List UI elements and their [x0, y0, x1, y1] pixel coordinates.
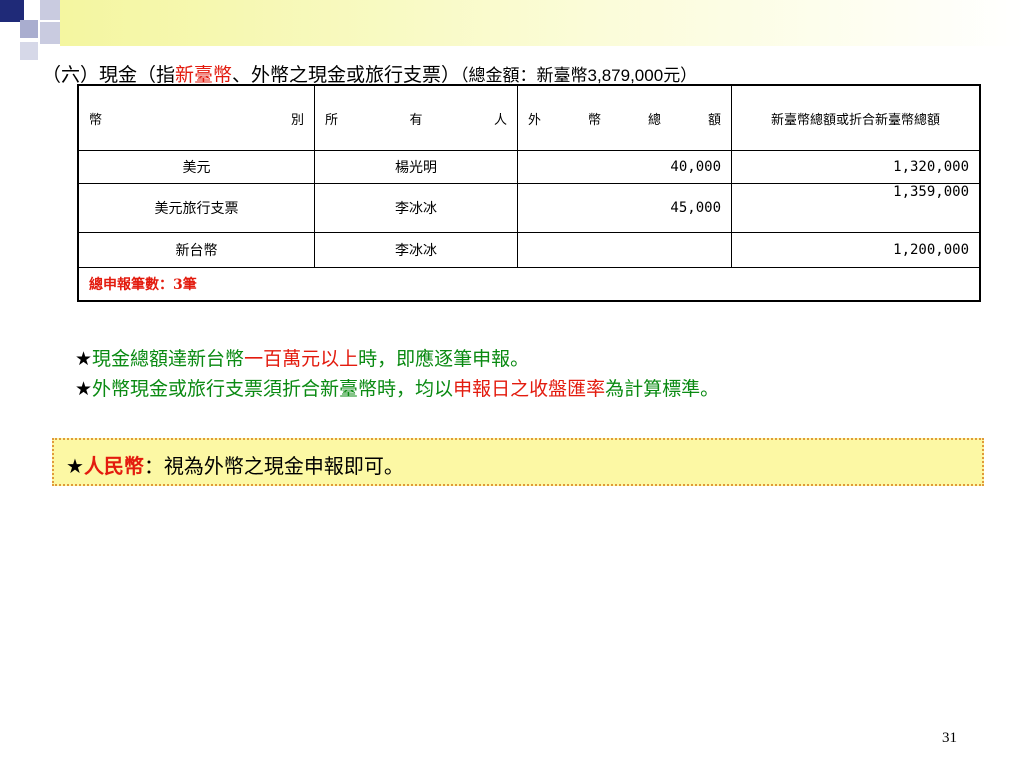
rmb-callout-box: ★人民幣：視為外幣之現金申報即可。	[52, 438, 984, 486]
table-header-row: 幣 別 所 有 人 外 幣 總 額 新臺幣總額或折合新臺幣總額	[77, 84, 981, 151]
header-foreign-total: 外 幣 總 額	[517, 84, 732, 151]
cell-twd-total: 1,359,000	[731, 183, 981, 233]
header-square-icon	[20, 42, 38, 60]
callout-text: ★人民幣：視為外幣之現金申報即可。	[66, 454, 404, 478]
star-icon: ★	[66, 454, 84, 478]
header-square-icon	[20, 20, 38, 38]
cell-foreign-total	[517, 232, 732, 268]
table-summary-row: 總申報筆數：3筆	[77, 267, 981, 302]
cell-foreign-total: 45,000	[517, 183, 732, 233]
cell-owner: 李冰冰	[314, 183, 518, 233]
heading-suffix: 、外幣之現金或旅行支票）	[232, 64, 461, 86]
header-square-icon	[40, 0, 60, 20]
table-row: 美元旅行支票 李冰冰 45,000 1,359,000	[77, 183, 981, 233]
note-line-2: ★外幣現金或旅行支票須折合新臺幣時，均以申報日之收盤匯率為計算標準。	[75, 378, 720, 400]
header-currency: 幣 別	[77, 84, 315, 151]
cell-currency: 美元	[77, 150, 315, 184]
notes-block: ★現金總額達新台幣一百萬元以上時，即應逐筆申報。 ★外幣現金或旅行支票須折合新臺…	[75, 344, 719, 404]
star-icon: ★	[75, 378, 93, 400]
cell-foreign-total: 40,000	[517, 150, 732, 184]
cell-twd-total: 1,200,000	[731, 232, 981, 268]
title-bar-decoration	[60, 0, 1024, 46]
cell-owner: 李冰冰	[314, 232, 518, 268]
total-prefix: （總金額：新臺幣	[460, 66, 588, 86]
page-number: 31	[942, 730, 957, 746]
summary-count: 總申報筆數：3筆	[77, 267, 981, 302]
table-row: 新台幣 李冰冰 1,200,000	[77, 232, 981, 268]
table-row: 美元 楊光明 40,000 1,320,000	[77, 150, 981, 184]
note-line-1: ★現金總額達新台幣一百萬元以上時，即應逐筆申報。	[75, 348, 530, 370]
cell-currency: 美元旅行支票	[77, 183, 315, 233]
total-amount: 3,879,000	[587, 66, 664, 85]
header-twd-total: 新臺幣總額或折合新臺幣總額	[731, 84, 981, 151]
header-square-icon	[0, 0, 24, 22]
section-heading: （六）現金（指新臺幣、外幣之現金或旅行支票）（總金額：新臺幣3,879,000元…	[42, 60, 1002, 87]
heading-highlight: 新臺幣	[175, 64, 233, 86]
star-icon: ★	[75, 348, 93, 370]
cell-owner: 楊光明	[314, 150, 518, 184]
cash-declaration-table: 幣 別 所 有 人 外 幣 總 額 新臺幣總額或折合新臺幣總額 美元 楊光明 4…	[77, 84, 981, 302]
total-suffix: 元）	[663, 66, 698, 86]
heading-prefix: （六）現金（指	[42, 64, 176, 86]
header-owner: 所 有 人	[314, 84, 518, 151]
cell-twd-total: 1,320,000	[731, 150, 981, 184]
header-square-icon	[40, 22, 60, 44]
cell-currency: 新台幣	[77, 232, 315, 268]
